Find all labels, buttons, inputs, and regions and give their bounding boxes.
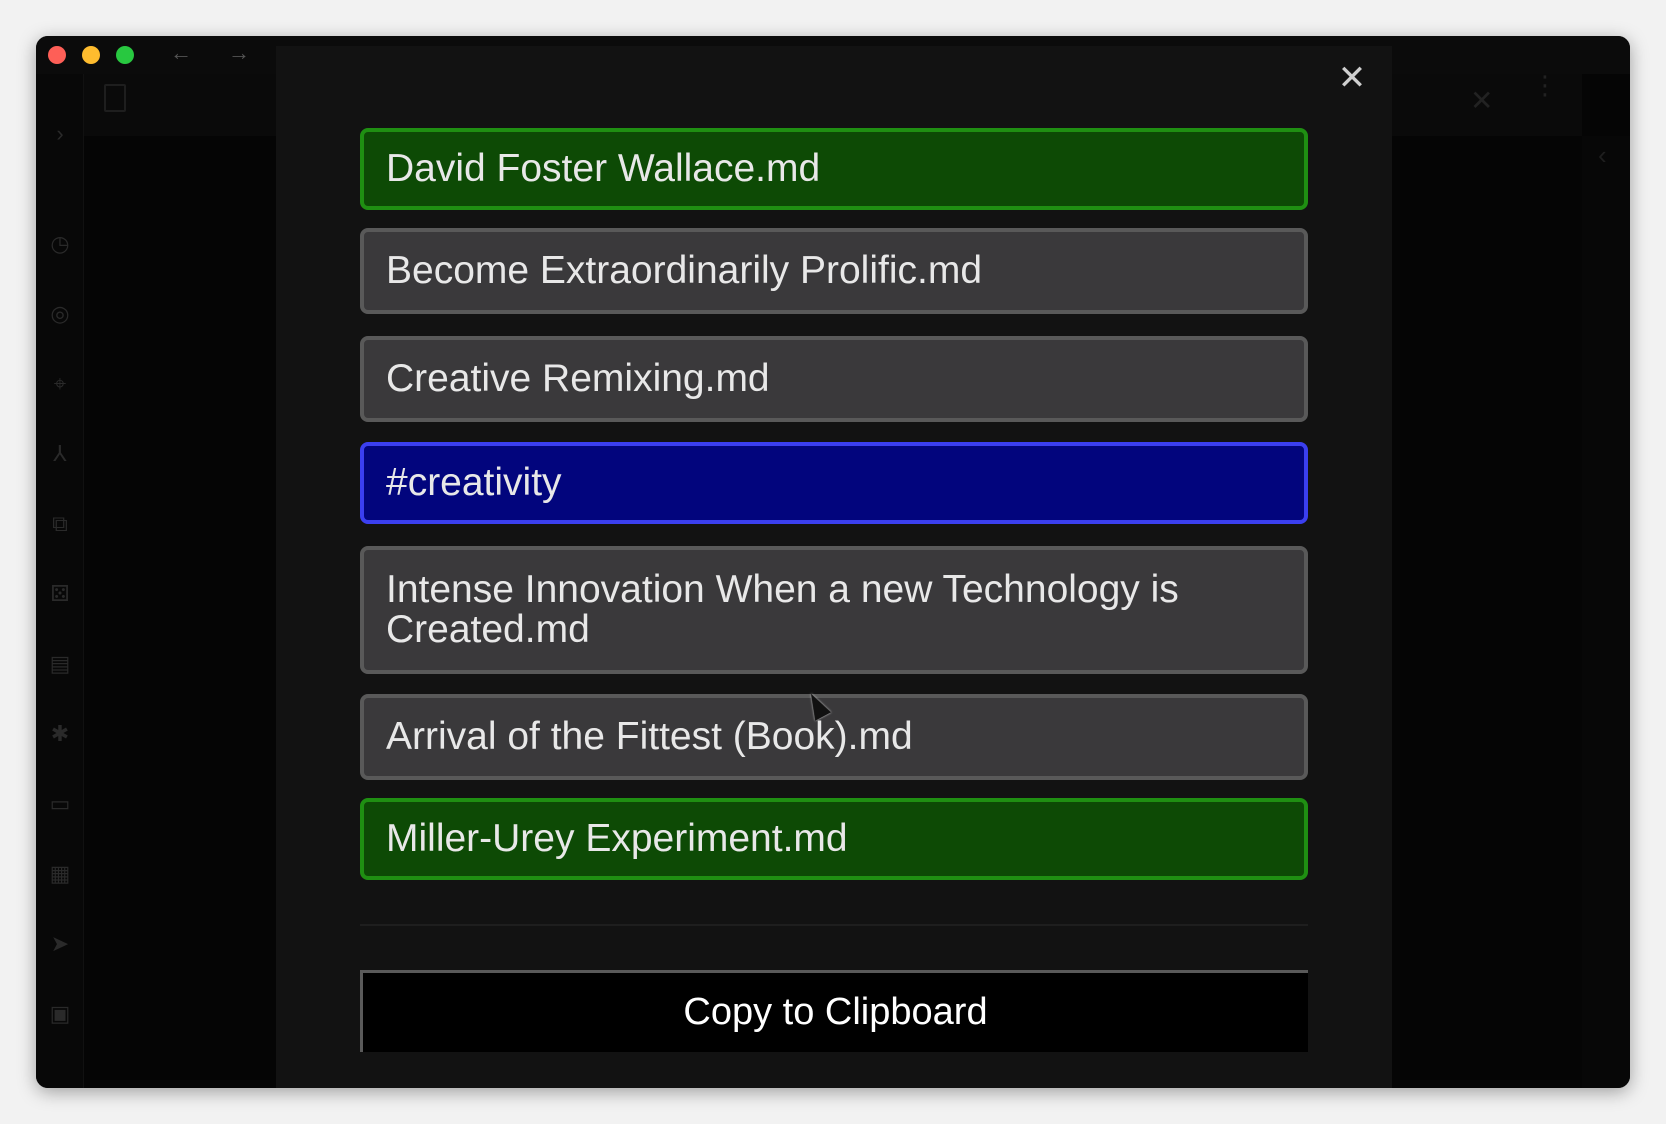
list-item-label: #creativity	[386, 461, 562, 504]
list-item-label: Arrival of the Fittest (Book).md	[386, 715, 913, 758]
list-item-label: Creative Remixing.md	[386, 357, 770, 400]
back-arrow-icon[interactable]: ←	[170, 40, 192, 66]
list-item-creativity-tag[interactable]: #creativity	[360, 442, 1308, 524]
link-icon[interactable]: ⧉	[48, 512, 72, 536]
list-item-label: Intense Innovation When a new Technology…	[386, 568, 1179, 651]
close-icon[interactable]: ✕	[1334, 60, 1370, 96]
note-icon[interactable]: ▤	[48, 652, 72, 676]
list-item-intense-innovation[interactable]: Intense Innovation When a new Technology…	[360, 546, 1308, 674]
close-tab-icon[interactable]: ✕	[1470, 84, 1493, 117]
graph-icon[interactable]: ✱	[48, 722, 72, 746]
list-item-creative-remixing[interactable]: Creative Remixing.md	[360, 336, 1308, 422]
fork-icon[interactable]: ⅄	[48, 442, 72, 466]
list-item-label: Become Extraordinarily Prolific.md	[386, 249, 983, 292]
alarm-icon[interactable]: ◷	[48, 232, 72, 256]
file-icon[interactable]	[104, 84, 126, 112]
location-pin-icon[interactable]: ⌖	[48, 372, 72, 396]
divider	[360, 924, 1308, 926]
image-icon[interactable]: ▣	[48, 1002, 72, 1026]
chevron-left-icon[interactable]: ‹	[1598, 140, 1607, 171]
list-item-arrival-of-the-fittest[interactable]: Arrival of the Fittest (Book).md	[360, 694, 1308, 780]
list-item-david-foster-wallace[interactable]: David Foster Wallace.md	[360, 128, 1308, 210]
more-options-icon[interactable]: ⋮	[1532, 72, 1558, 98]
right-sidebar	[1582, 136, 1630, 1088]
close-window-button[interactable]	[48, 46, 66, 64]
target-icon[interactable]: ◎	[48, 302, 72, 326]
list-item-label: David Foster Wallace.md	[386, 147, 821, 190]
list-item-become-extraordinarily-prolific[interactable]: Become Extraordinarily Prolific.md	[360, 228, 1308, 314]
chevron-right-icon[interactable]: ›	[48, 122, 72, 146]
left-ribbon: › ◷ ◎ ⌖ ⅄ ⧉ ⚄ ▤ ✱ ▭ ▦ ➤ ▣	[36, 74, 84, 1088]
forward-arrow-icon[interactable]: →	[228, 40, 250, 66]
dice-icon[interactable]: ⚄	[48, 582, 72, 606]
list-item-miller-urey-experiment[interactable]: Miller-Urey Experiment.md	[360, 798, 1308, 880]
list-item-label: Miller-Urey Experiment.md	[386, 817, 848, 860]
minimize-window-button[interactable]	[82, 46, 100, 64]
maximize-window-button[interactable]	[116, 46, 134, 64]
selection-modal: ✕ David Foster Wallace.md Become Extraor…	[276, 46, 1392, 1088]
send-icon[interactable]: ➤	[48, 932, 72, 956]
folder-icon[interactable]: ▭	[48, 792, 72, 816]
calendar-icon[interactable]: ▦	[48, 862, 72, 886]
copy-to-clipboard-button[interactable]: Copy to Clipboard	[360, 970, 1308, 1052]
